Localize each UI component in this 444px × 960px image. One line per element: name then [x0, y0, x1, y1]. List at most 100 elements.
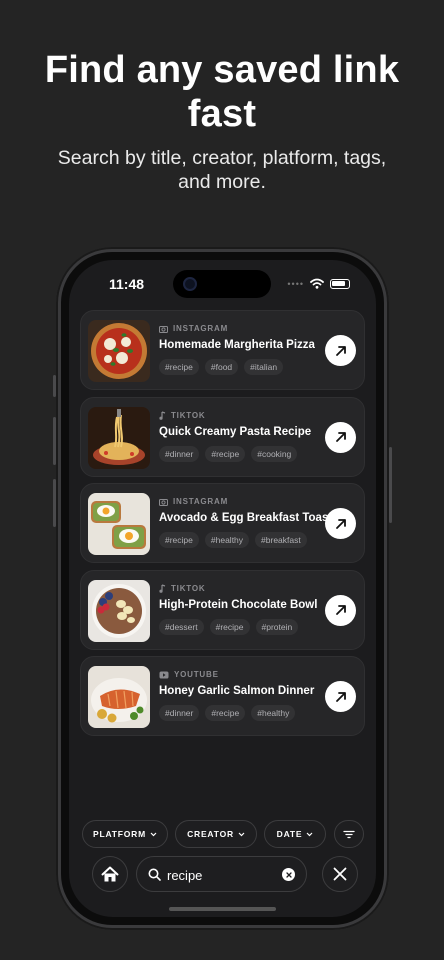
front-camera [183, 277, 197, 291]
marketing-headline: Find any saved link fast [0, 48, 444, 136]
platform-name: INSTAGRAM [173, 324, 229, 333]
arrow-up-right-icon [335, 691, 346, 702]
search-icon [148, 868, 161, 881]
platform-name: TIKTOK [171, 410, 206, 420]
open-link-button[interactable] [325, 335, 356, 366]
subhead-line-1: Search by title, creator, platform, tags… [57, 147, 387, 169]
tag-list: #dessert #recipe #protein [159, 618, 299, 635]
result-title: Honey Garlic Salmon Dinner [159, 685, 315, 697]
pizza-thumbnail [88, 320, 150, 382]
tag-list: #dinner #recipe #cooking [159, 445, 298, 462]
sort-button[interactable] [334, 820, 364, 848]
headline-line-2: fast [187, 93, 257, 135]
camera-icon [159, 498, 168, 506]
open-link-button[interactable] [325, 594, 356, 626]
tag-chip[interactable]: #dinner [159, 445, 200, 462]
phone-frame: 11:48 •••• INSTAGRAM Homemade Margherita… [53, 247, 392, 930]
tag-chip[interactable]: #healthy [251, 705, 296, 721]
platform-filter-button[interactable]: PLATFORM [82, 820, 168, 848]
music-note-icon [159, 583, 166, 593]
headline-line-1: Find any saved link [44, 49, 400, 91]
platform-filter-label: PLATFORM [93, 829, 146, 839]
platform-label: INSTAGRAM [159, 497, 228, 506]
arrow-up-right-icon [335, 518, 346, 529]
date-filter-label: DATE [276, 829, 303, 839]
creator-filter-label: CREATOR [187, 829, 234, 839]
arrow-up-right-icon [335, 432, 346, 442]
tag-chip[interactable]: #cooking [251, 445, 298, 462]
battery-icon [330, 278, 350, 289]
result-card[interactable]: TIKTOK High-Protein Chocolate Bowl #dess… [80, 569, 365, 650]
search-field[interactable] [136, 856, 307, 892]
tag-list: #recipe #healthy #breakfast [159, 532, 307, 548]
dynamic-island [173, 270, 271, 298]
tag-chip[interactable]: #breakfast [255, 532, 307, 548]
tag-chip[interactable]: #healthy [204, 532, 250, 548]
tag-chip[interactable]: #dinner [159, 705, 200, 721]
bottom-bar [82, 856, 367, 896]
tag-chip[interactable]: #recipe [205, 705, 246, 721]
clear-search-button[interactable] [282, 868, 295, 881]
status-icons: •••• [287, 278, 350, 289]
chevron-down-icon [238, 832, 245, 836]
arrow-up-right-icon [335, 605, 346, 615]
tag-chip[interactable]: #recipe [205, 445, 246, 462]
sort-lines-icon [343, 830, 355, 838]
open-link-button[interactable] [325, 508, 356, 539]
open-link-button[interactable] [325, 421, 356, 453]
volume-down-button [53, 479, 56, 527]
filter-bar: PLATFORM CREATOR DATE [82, 820, 367, 850]
result-card[interactable]: YOUTUBE Honey Garlic Salmon Dinner #dinn… [80, 656, 365, 736]
close-button[interactable] [322, 856, 358, 892]
tag-chip[interactable]: #recipe [209, 618, 250, 635]
result-title: Homemade Margherita Pizza [159, 339, 315, 351]
home-indicator [169, 907, 276, 911]
pasta-thumbnail [88, 406, 150, 469]
result-title: Avocado & Egg Breakfast Toast [159, 512, 333, 524]
platform-name: INSTAGRAM [173, 497, 229, 506]
tag-list: #recipe #food #italian [159, 359, 284, 375]
result-card[interactable]: TIKTOK Quick Creamy Pasta Recipe #dinner… [80, 396, 365, 477]
date-filter-button[interactable]: DATE [264, 820, 326, 848]
tag-chip[interactable]: #food [204, 359, 239, 375]
result-title: Quick Creamy Pasta Recipe [159, 425, 312, 438]
marketing-subhead: Search by title, creator, platform, tags… [0, 146, 444, 194]
platform-label: YOUTUBE [159, 670, 219, 679]
tag-chip[interactable]: #protein [255, 618, 299, 635]
open-link-button[interactable] [325, 681, 356, 712]
power-button [389, 447, 392, 523]
music-note-icon [159, 410, 166, 420]
result-title: High-Protein Chocolate Bowl [159, 598, 318, 611]
tag-list: #dinner #recipe #healthy [159, 705, 296, 721]
arrow-up-right-icon [335, 345, 346, 356]
tag-chip[interactable]: #recipe [159, 532, 199, 548]
subhead-line-2: and more. [178, 171, 266, 193]
chevron-down-icon [150, 832, 157, 836]
salmon-thumbnail [88, 666, 150, 728]
platform-label: TIKTOK [159, 411, 205, 420]
clear-x-icon [285, 871, 292, 878]
close-icon [333, 867, 347, 881]
volume-up-button [53, 417, 56, 465]
camera-icon [159, 325, 168, 333]
avocado-toast-thumbnail [88, 493, 150, 555]
results-list: INSTAGRAM Homemade Margherita Pizza #rec… [80, 310, 365, 743]
status-time: 11:48 [109, 276, 145, 292]
wifi-icon [310, 278, 324, 289]
mute-switch [53, 375, 56, 397]
home-button[interactable] [92, 856, 128, 892]
result-card[interactable]: INSTAGRAM Homemade Margherita Pizza #rec… [80, 310, 365, 390]
creator-filter-button[interactable]: CREATOR [175, 820, 257, 848]
tag-chip[interactable]: #recipe [159, 359, 199, 375]
youtube-icon [159, 671, 169, 678]
result-card[interactable]: INSTAGRAM Avocado & Egg Breakfast Toast … [80, 483, 365, 563]
signal-dots-icon: •••• [287, 278, 304, 289]
tag-chip[interactable]: #italian [244, 359, 284, 375]
search-input[interactable] [167, 866, 277, 884]
phone-screen: 11:48 •••• INSTAGRAM Homemade Margherita… [69, 260, 376, 917]
platform-name: YOUTUBE [174, 670, 219, 679]
home-icon [101, 866, 119, 881]
tag-chip[interactable]: #dessert [159, 618, 204, 635]
chevron-down-icon [306, 832, 313, 836]
platform-label: TIKTOK [159, 584, 205, 593]
